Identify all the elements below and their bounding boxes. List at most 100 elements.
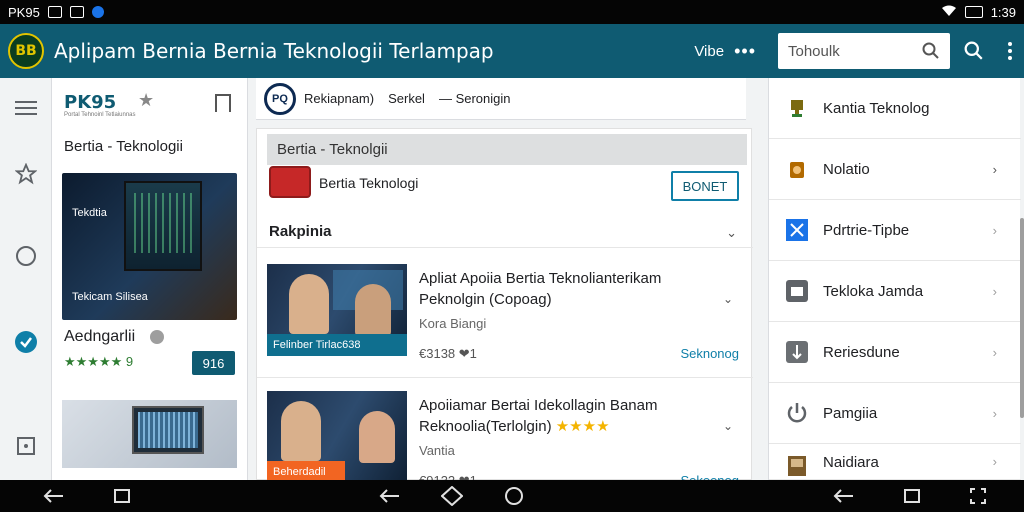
secondary-image[interactable] — [62, 400, 237, 468]
monitor-graphic — [124, 181, 202, 271]
image-label-bottom: Tekicam Silisea — [72, 291, 148, 303]
category-item-naidiara[interactable]: Naidiara › — [769, 444, 1021, 480]
app-title: Aplipam Bernia Bernia Teknologii Terlamp… — [54, 39, 494, 63]
power-icon — [785, 401, 809, 425]
article-rating: ★★★★ — [555, 418, 610, 435]
article-author: Kora Biangi — [419, 316, 487, 331]
star-icon[interactable]: ★ — [138, 90, 154, 111]
source-logo-icon: PQ — [264, 82, 296, 115]
home-icon[interactable] — [440, 486, 464, 506]
category-item-kantia[interactable]: Kantia Teknolog — [769, 78, 1021, 139]
source-label: Rekiapnam) — [304, 91, 375, 106]
menu-icon[interactable] — [12, 94, 40, 122]
article-author: Vantia — [419, 443, 455, 458]
category-label: Pdrtrie-Tipbe — [823, 221, 910, 239]
recents-icon[interactable] — [110, 486, 134, 506]
source-label-c: — Seronigin — [438, 91, 511, 106]
scrollbar[interactable] — [1020, 218, 1024, 418]
source-card-2[interactable] — [568, 78, 746, 120]
recents-icon[interactable] — [900, 486, 924, 506]
divider — [257, 377, 753, 378]
category-item-pamgiia[interactable]: Pamgiia › — [769, 383, 1021, 444]
news-panel: Bertia - Teknolgii Bertia Teknologi BONE… — [256, 128, 753, 488]
close-box-icon — [785, 218, 809, 242]
brand-subtitle: Portal Tehnoinl Tetlaiunnas — [64, 112, 136, 118]
assistant-icon[interactable] — [502, 486, 526, 506]
chevron-down-icon[interactable]: ⌄ — [723, 419, 733, 433]
chevron-right-icon: › — [992, 161, 997, 177]
category-column: Kantia Teknolog Nolatio › Pdrtrie-Tipbe … — [768, 78, 1024, 480]
verified-icon — [150, 330, 164, 344]
chevron-down-icon[interactable]: ⌄ — [723, 292, 733, 306]
overflow-menu-icon[interactable] — [996, 29, 1024, 73]
featured-column: PK95 Portal Tehnoinl Tetlaiunnas ★ Berti… — [52, 78, 248, 480]
category-label: Kantia Teknolog — [823, 99, 930, 117]
screenshot-icon[interactable] — [966, 486, 990, 506]
list-item[interactable]: Felinber Tirlac638 Apliat Apoiia Bertia … — [257, 256, 753, 376]
app-logo[interactable]: BB — [8, 33, 44, 69]
app-icon — [269, 166, 311, 198]
chevron-right-icon: › — [992, 405, 997, 421]
pin-icon — [785, 340, 809, 364]
bookmark-icon[interactable] — [215, 94, 231, 112]
mail-icon — [69, 6, 84, 18]
category-label: Tekloka Jamda — [823, 282, 924, 300]
folder-icon — [785, 279, 809, 303]
back-icon[interactable] — [378, 486, 402, 506]
category-item-nolatio[interactable]: Nolatio › — [769, 139, 1021, 200]
nav-rail — [0, 78, 52, 480]
search-icon — [922, 42, 939, 59]
chevron-right-icon: › — [992, 454, 997, 469]
search-input[interactable]: Tohoulk — [778, 33, 950, 69]
article-stats: €3138 ❤1 — [419, 346, 477, 361]
featured-title: Bertia - Teknologii — [64, 138, 183, 155]
chevron-down-icon[interactable]: ⌄ — [726, 225, 737, 241]
trophy-icon — [785, 96, 809, 120]
category-label: Reriesdune — [823, 343, 900, 361]
count-badge[interactable]: 916 — [192, 351, 235, 375]
more-link[interactable]: ••• — [734, 41, 756, 62]
wifi-icon — [941, 5, 957, 20]
search-button[interactable] — [952, 29, 996, 73]
app-notification-icon — [91, 6, 104, 18]
category-label: Nolatio — [823, 160, 870, 178]
article-title: Apoiiamar Bertai Idekollagin Banam Rekno… — [419, 395, 719, 437]
article-thumbnail: Beherdadil — [267, 391, 407, 483]
back-icon[interactable] — [42, 486, 66, 506]
featured-image[interactable]: Tekdtia Tekicam Silisea — [62, 173, 237, 320]
article-title-text: Apoiiamar Bertai Idekollagin Banam Rekno… — [419, 397, 658, 435]
source-card[interactable]: PQ Rekiapnam) Serkel — Seronigin — [256, 78, 568, 120]
divider — [257, 247, 753, 248]
article-tag[interactable]: Seknonog — [680, 346, 739, 361]
status-left-text: PK95 — [8, 4, 40, 20]
vibe-link[interactable]: Vibe — [694, 43, 724, 60]
article-thumbnail: Felinber Tirlac638 — [267, 264, 407, 356]
battery-icon — [964, 6, 983, 18]
search-icon — [964, 41, 983, 60]
brand-logo: PK95 — [64, 92, 117, 113]
category-item-tekloka[interactable]: Tekloka Jamda › — [769, 261, 1021, 322]
check-badge-icon[interactable] — [12, 328, 40, 356]
source-label-b: Serkel — [388, 91, 425, 106]
section-title: Rakpinia — [269, 223, 332, 240]
circle-icon[interactable] — [12, 242, 40, 270]
news-column: PQ Rekiapnam) Serkel — Seronigin Bertia … — [248, 78, 760, 488]
search-placeholder: Tohoulk — [788, 42, 840, 60]
category-item-pdrtrie[interactable]: Pdrtrie-Tipbe › — [769, 200, 1021, 261]
image-label-top: Tekdtia — [72, 207, 107, 219]
category-item-reriesdune[interactable]: Reriesdune › — [769, 322, 1021, 383]
square-dot-icon[interactable] — [12, 432, 40, 460]
app-bar: BB Aplipam Bernia Bernia Teknologii Terl… — [0, 24, 1024, 78]
chevron-right-icon: › — [992, 222, 997, 238]
star-outline-icon[interactable] — [12, 160, 40, 188]
chevron-right-icon: › — [992, 344, 997, 360]
thumbnail-caption: Felinber Tirlac638 — [267, 334, 407, 356]
rating-stars: ★★★★★ 9 — [64, 354, 134, 369]
image-icon — [47, 6, 62, 18]
chevron-right-icon: › — [992, 283, 997, 299]
bonet-button[interactable]: BONET — [671, 171, 739, 201]
back-icon[interactable] — [832, 486, 856, 506]
panel-header: Bertia - Teknolgii — [267, 134, 747, 165]
status-bar: PK95 1:39 — [0, 0, 1024, 24]
featured-author: Aedngarlii — [64, 328, 136, 345]
